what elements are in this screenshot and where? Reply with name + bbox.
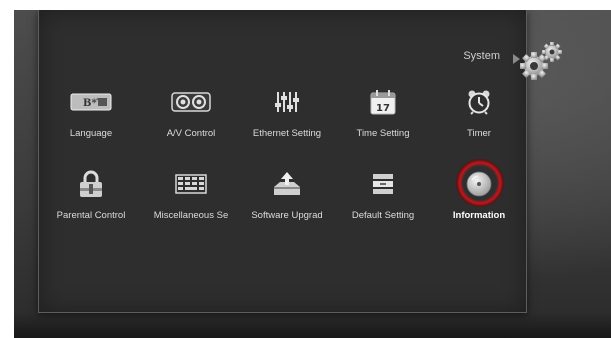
default-setting-icon <box>361 168 405 200</box>
menu-item-timer[interactable]: Timer <box>431 86 527 139</box>
gears-icon <box>510 40 570 86</box>
menu-item-label: Timer <box>467 128 491 139</box>
calendar-icon: 17 <box>361 86 405 118</box>
system-menu-panel: System B*T Language A/V Control Ethernet… <box>38 10 527 313</box>
information-disc-icon <box>456 159 504 207</box>
keyboard-icon <box>169 168 213 200</box>
menu-item-default-setting[interactable]: Default Setting <box>335 168 431 221</box>
menu-item-label: Information <box>452 210 506 221</box>
menu-item-information[interactable]: Information <box>431 159 527 221</box>
menu-item-label: Software Upgrad <box>251 210 323 221</box>
svg-text:17: 17 <box>376 103 390 114</box>
upgrade-icon <box>265 168 309 200</box>
menu-item-software-upgrade[interactable]: Software Upgrad <box>239 168 335 221</box>
menu-item-parental-control[interactable]: Parental Control <box>43 168 139 221</box>
menu-item-label: A/V Control <box>166 128 216 139</box>
menu-item-label: Ethernet Setting <box>252 128 322 139</box>
menu-item-label: Language <box>69 128 113 139</box>
menu-item-label: Time Setting <box>356 128 410 139</box>
menu-item-language[interactable]: B*T Language <box>43 86 139 139</box>
menu-item-time-setting[interactable]: 17 Time Setting <box>335 86 431 139</box>
menu-item-ethernet-setting[interactable]: Ethernet Setting <box>239 86 335 139</box>
menu-item-label: Default Setting <box>351 210 415 221</box>
menu-item-av-control[interactable]: A/V Control <box>143 86 239 139</box>
lock-icon <box>69 168 113 200</box>
menu-item-label: Miscellaneous Se <box>153 210 229 221</box>
menu-item-miscellaneous-setting[interactable]: Miscellaneous Se <box>143 168 239 221</box>
section-title: System <box>463 50 500 62</box>
av-control-icon <box>169 86 213 118</box>
tv-screen: System B*T Language A/V Control Ethernet… <box>14 10 611 338</box>
ethernet-setting-icon <box>265 86 309 118</box>
language-icon: B*T <box>69 86 113 118</box>
menu-item-label: Parental Control <box>56 210 126 221</box>
alarm-clock-icon <box>457 86 501 118</box>
